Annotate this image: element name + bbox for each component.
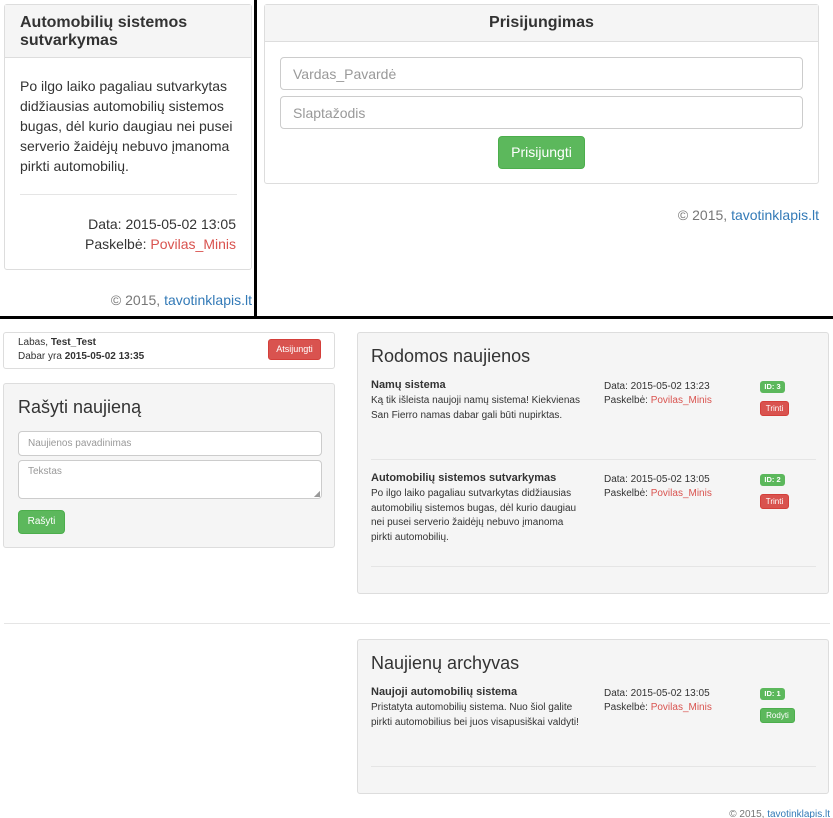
logout-button[interactable]: Atsijungti: [268, 339, 321, 360]
password-field[interactable]: Slaptažodis: [280, 96, 803, 129]
bottom-footer: © 2015, tavotinklapis.lt: [729, 809, 830, 818]
news-item-title: Namų sistema: [371, 379, 446, 391]
news-card-body: Po ilgo laiko pagaliau sutvarkytas didži…: [20, 78, 233, 174]
news-item-body: Po ilgo laiko pagaliau sutvarkytas didži…: [371, 488, 577, 543]
archive-divider: [371, 766, 816, 767]
archive-item-title: Naujoji automobilių sistema: [371, 686, 518, 698]
write-news-title: Rašyti naujieną: [18, 397, 142, 417]
news-item-poster-label: Paskelbė:: [604, 488, 648, 499]
news-divider: [371, 459, 816, 460]
greeting-label: Labas,: [18, 337, 49, 348]
user-bar: Labas, Test_Test Dabar yra 2015-05-02 13…: [3, 332, 335, 369]
login-footer: © 2015, tavotinklapis.lt: [678, 207, 819, 223]
archive-item: Naujoji automobilių sistema Pristatyta a…: [371, 686, 816, 771]
shown-news-title: Rodomos naujienos: [371, 346, 531, 366]
bottom-footer-link[interactable]: tavotinklapis.lt: [767, 809, 830, 818]
write-news-panel: Rašyti naujieną Naujienos pavadinimas Te…: [3, 383, 335, 548]
news-item-poster-row: Paskelbė: Povilas_Minis: [604, 395, 712, 406]
archive-item-date: Data: 2015-05-02 13:05: [604, 688, 710, 699]
news-card-date: Data: 2015-05-02 13:05: [88, 216, 236, 232]
news-id-badge: ID: 2: [760, 474, 785, 486]
news-item: Namų sistema Ką tik išleista naujoji nam…: [371, 379, 816, 464]
archive-item-poster[interactable]: Povilas_Minis: [651, 702, 712, 713]
news-item-body: Ką tik išleista naujoji namų sistema! Ki…: [371, 395, 580, 421]
news-text-area[interactable]: Tekstas ◢: [18, 460, 322, 499]
current-username: Test_Test: [50, 337, 97, 348]
news-id-badge: ID: 3: [760, 381, 785, 393]
delete-button[interactable]: Trinti: [760, 401, 789, 416]
login-title: Prisijungimas: [489, 14, 594, 31]
news-card-divider: [20, 194, 237, 195]
top-left-footer: © 2015, tavotinklapis.lt: [111, 292, 252, 308]
news-title-field[interactable]: Naujienos pavadinimas: [18, 431, 322, 456]
footer-link[interactable]: tavotinklapis.lt: [164, 292, 252, 308]
news-item-title: Automobilių sistemos sutvarkymas: [371, 472, 557, 484]
section-divider: [4, 623, 830, 624]
now-label: Dabar yra: [18, 351, 62, 362]
archive-item-poster-row: Paskelbė: Povilas_Minis: [604, 702, 712, 713]
greeting-row: Labas, Test_Test: [18, 337, 96, 348]
now-value: 2015-05-02 13:35: [64, 351, 145, 362]
shown-news-panel: Rodomos naujienos Namų sistema Ką tik iš…: [357, 332, 829, 594]
username-field[interactable]: Vardas_Pavardė: [280, 57, 803, 90]
news-item: Automobilių sistemos sutvarkymas Po ilgo…: [371, 472, 816, 572]
news-text-placeholder: Tekstas: [28, 466, 62, 477]
show-button[interactable]: Rodyti: [760, 708, 795, 723]
news-title-placeholder: Naujienos pavadinimas: [28, 438, 132, 449]
delete-button[interactable]: Trinti: [760, 494, 789, 509]
news-item-poster[interactable]: Povilas_Minis: [651, 488, 712, 499]
horizontal-separator: [0, 316, 833, 319]
news-item-poster-row: Paskelbė: Povilas_Minis: [604, 488, 712, 499]
login-footer-copyright: © 2015,: [677, 207, 728, 223]
news-item-date: Data: 2015-05-02 13:23: [604, 381, 710, 392]
news-item-poster[interactable]: Povilas_Minis: [651, 395, 712, 406]
bottom-footer-copyright: © 2015,: [729, 809, 765, 818]
login-button[interactable]: Prisijungti: [498, 136, 585, 169]
login-footer-link[interactable]: tavotinklapis.lt: [731, 207, 819, 223]
news-card-poster-label: Paskelbė:: [85, 236, 147, 252]
news-card: Automobilių sistemos sutvarkymas Po ilgo…: [4, 4, 252, 270]
news-card-poster[interactable]: Povilas_Minis: [150, 236, 236, 252]
archive-item-poster-label: Paskelbė:: [604, 702, 648, 713]
login-panel: Prisijungimas Vardas_Pavardė Slaptažodis…: [264, 4, 819, 184]
news-divider: [371, 566, 816, 567]
news-item-poster-label: Paskelbė:: [604, 395, 648, 406]
news-card-title: Automobilių sistemos sutvarkymas: [20, 14, 188, 49]
archive-item-body: Pristatyta automobilių sistema. Nuo šiol…: [371, 702, 579, 728]
now-row: Dabar yra 2015-05-02 13:35: [18, 351, 144, 362]
username-placeholder: Vardas_Pavardė: [293, 66, 397, 82]
write-news-button[interactable]: Rašyti: [18, 510, 65, 534]
password-placeholder: Slaptažodis: [293, 105, 366, 121]
resize-handle-icon[interactable]: ◢: [314, 489, 320, 498]
archive-title: Naujienų archyvas: [371, 653, 520, 673]
news-item-date: Data: 2015-05-02 13:05: [604, 474, 710, 485]
footer-copyright: © 2015,: [110, 292, 161, 308]
archive-panel: Naujienų archyvas Naujoji automobilių si…: [357, 639, 829, 794]
vertical-separator: [254, 0, 257, 316]
archive-id-badge: ID: 1: [760, 688, 785, 700]
news-card-poster-row: Paskelbė: Povilas_Minis: [85, 236, 236, 252]
